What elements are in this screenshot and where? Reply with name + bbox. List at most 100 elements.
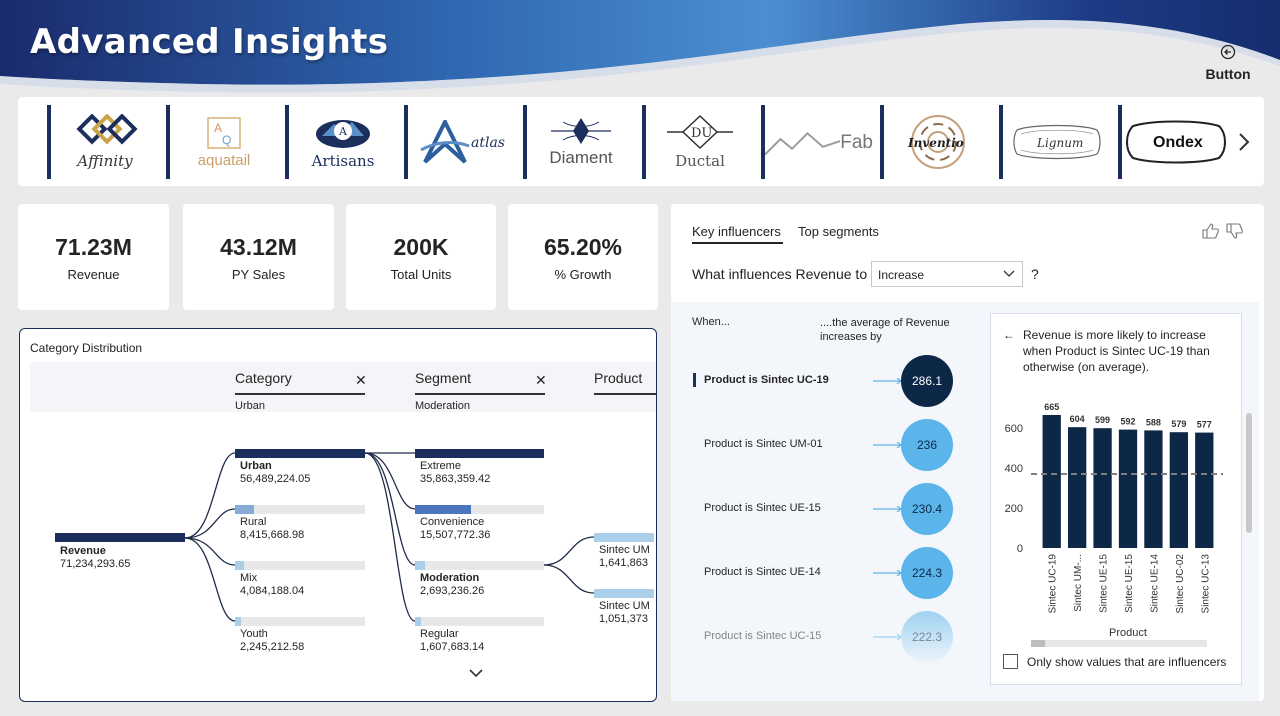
data-label: 592 [1120, 417, 1135, 427]
arrow-right-icon [873, 634, 902, 640]
brand-logo-strip: Affinity A Q aquatail A Artisans atlas D… [18, 97, 1264, 186]
logo-inventio[interactable]: Inventio [880, 105, 992, 179]
x-tick-label: Sintec UC-19 [1048, 554, 1059, 614]
segment-bar-extreme[interactable] [415, 449, 544, 458]
logo-aquatail[interactable]: A Q aquatail [166, 105, 278, 179]
horizontal-scrollbar[interactable] [1031, 640, 1207, 647]
category-bar-mix[interactable] [235, 561, 244, 570]
kpi-revenue: 71.23M Revenue [18, 204, 169, 310]
root-node-label: Revenue 71,234,293.65 [60, 545, 131, 570]
segment-node-convenience: Convenience 15,507,772.36 [420, 516, 491, 541]
svg-text:Q: Q [222, 133, 231, 147]
logo-fab[interactable]: Fab [761, 105, 873, 179]
kpi-label: PY Sales [231, 267, 286, 282]
segment-bar-convenience[interactable] [415, 505, 471, 514]
checkbox-label: Only show values that are influencers [1027, 655, 1227, 669]
chart-bar[interactable] [1195, 432, 1214, 548]
logo-diament[interactable]: Diament [523, 105, 635, 179]
root-bar[interactable] [55, 533, 185, 542]
influencers-only-checkbox[interactable] [1003, 654, 1018, 669]
segment-node-extreme: Extreme 35,863,359.42 [420, 460, 491, 485]
chart-bar[interactable] [1118, 429, 1138, 548]
inventio-logo-icon: Inventio [907, 115, 965, 169]
segment-bar-moderation[interactable] [415, 561, 425, 570]
influencer-row[interactable]: Product is Sintec UC-15 222.3 [691, 611, 963, 663]
aquatail-logo-icon: A Q [207, 116, 241, 149]
kpi-value: 71.23M [55, 234, 132, 260]
logo-label: aquatail [197, 151, 251, 169]
data-label: 588 [1146, 417, 1161, 427]
data-label: 604 [1070, 414, 1085, 424]
y-tick-label: 600 [1005, 423, 1023, 435]
artisans-logo-icon: A [316, 120, 370, 148]
logo-label: Artisans [311, 152, 375, 170]
influencer-bubble: 222.3 [901, 611, 953, 663]
x-tick-label: Sintec UE-14 [1149, 554, 1160, 613]
decomposition-tree: Category Distribution Category ✕ Urban S… [19, 328, 657, 702]
category-track [235, 505, 365, 514]
data-label: 577 [1197, 420, 1212, 430]
product-bar[interactable] [594, 533, 654, 542]
logo-lignum[interactable]: Lignum [999, 105, 1111, 179]
tab-top-segments[interactable]: Top segments [798, 224, 879, 239]
tab-key-influencers[interactable]: Key influencers [692, 224, 781, 239]
col-header-when: When... [692, 316, 730, 328]
influencer-row[interactable]: Product is Sintec UM-01 236 [691, 419, 963, 471]
influence-direction-dropdown[interactable]: Increase [871, 261, 1023, 287]
category-track [235, 561, 365, 570]
chart-bar[interactable] [1169, 432, 1189, 548]
category-node-urban: Urban 56,489,224.05 [240, 460, 311, 485]
arrow-right-icon [873, 506, 902, 512]
category-bar-rural[interactable] [235, 505, 254, 514]
product-bar[interactable] [594, 589, 654, 598]
chart-bar[interactable] [1093, 428, 1112, 548]
active-tab-underline [692, 242, 783, 244]
influencer-row[interactable]: Product is Sintec UC-19 286.1 [691, 355, 963, 407]
chart-bar[interactable] [1042, 415, 1061, 548]
fab-logo-icon [765, 131, 841, 156]
y-tick-label: 400 [1005, 463, 1023, 475]
x-tick-label: Sintec UC-02 [1175, 554, 1186, 614]
influencer-label: Product is Sintec UM-01 [704, 438, 823, 450]
data-label: 665 [1044, 402, 1059, 412]
category-node-youth: Youth 2,245,212.58 [240, 628, 305, 653]
data-label: 599 [1095, 415, 1110, 425]
x-tick-label: Sintec UE-15 [1124, 554, 1135, 613]
inventio-logo-text: Inventio [907, 136, 964, 150]
x-axis-title: Product [1109, 627, 1147, 639]
logo-artisans[interactable]: A Artisans [285, 105, 397, 179]
logo-label: Affinity [77, 152, 133, 170]
kpi-py-sales: 43.12M PY Sales [183, 204, 334, 310]
logo-label: Fab [840, 132, 873, 153]
ondex-logo-text: Ondex [1153, 134, 1203, 151]
logo-atlas[interactable]: atlas [404, 105, 516, 179]
chevron-right-icon[interactable] [1234, 130, 1254, 154]
chart-bar[interactable] [1144, 430, 1163, 548]
logo-ductal[interactable]: DU Ductal [642, 105, 754, 179]
logo-ondex[interactable]: Ondex [1118, 105, 1230, 179]
product-node: Sintec UM 1,641,863 [599, 544, 650, 569]
back-arrow-icon [1220, 44, 1236, 60]
feedback-thumbs-icon[interactable] [1201, 222, 1245, 240]
influencer-bubble: 224.3 [901, 547, 953, 599]
chart-bar[interactable] [1067, 427, 1087, 548]
segment-track [415, 617, 544, 626]
influencer-label: Product is Sintec UC-19 [704, 374, 829, 386]
influencer-row[interactable]: Product is Sintec UE-14 224.3 [691, 547, 963, 599]
help-icon[interactable]: ? [1031, 266, 1039, 282]
segment-bar-regular[interactable] [415, 617, 421, 626]
category-bar-youth[interactable] [235, 617, 241, 626]
atlas-logo-icon [420, 120, 470, 164]
arrow-right-icon [873, 570, 902, 576]
scrollbar[interactable] [1246, 413, 1252, 533]
category-bar-urban[interactable] [235, 449, 365, 458]
logo-affinity[interactable]: Affinity [47, 105, 159, 179]
influencer-row[interactable]: Product is Sintec UE-15 230.4 [691, 483, 963, 535]
influencer-label: Product is Sintec UE-15 [704, 502, 821, 514]
back-button[interactable]: Button [1196, 44, 1260, 82]
chevron-down-icon[interactable] [468, 667, 484, 679]
segment-node-regular: Regular 1,607,683.14 [420, 628, 485, 653]
arrow-right-icon [873, 378, 902, 384]
influencer-bubble: 286.1 [901, 355, 953, 407]
segment-track [415, 561, 544, 570]
